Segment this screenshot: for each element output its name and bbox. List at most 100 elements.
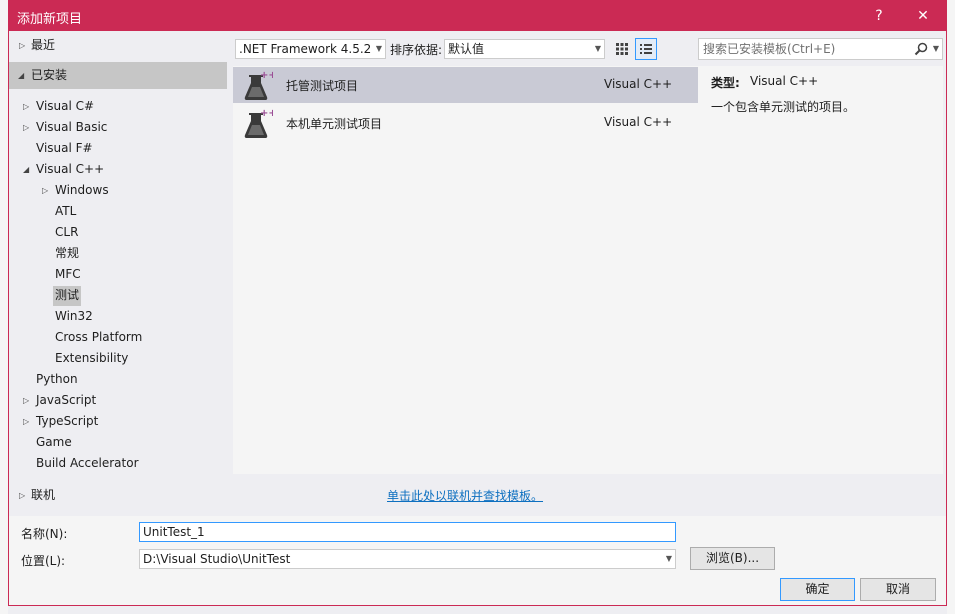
expand-arrow-icon[interactable]: ▷ [23, 411, 29, 432]
tree-node[interactable]: Win32 [9, 306, 227, 327]
name-value: UnitTest_1 [143, 525, 205, 539]
tree-node[interactable]: ▷ JavaScript [9, 390, 227, 411]
tree-label: Visual C++ [36, 162, 105, 176]
tree-node[interactable]: 测试 [9, 285, 227, 306]
sort-label: 排序依据: [390, 43, 443, 57]
tree-node[interactable]: Python [9, 369, 227, 390]
tree-label: Game [36, 435, 72, 449]
template-row[interactable]: ++ 本机单元测试项目 Visual C++ [233, 105, 698, 141]
form-area: 名称(N): UnitTest_1 位置(L): D:\Visual Studi… [9, 516, 946, 605]
online-templates-link[interactable]: 单击此处以联机并查找模板。 [387, 487, 543, 504]
sort-select[interactable]: 默认值 ▼ [444, 39, 605, 59]
tree-node[interactable]: 常规 [9, 243, 227, 264]
expand-arrow-icon: ▷ [19, 41, 26, 50]
framework-select[interactable]: .NET Framework 4.5.2 ▼ [235, 39, 386, 59]
type-value: Visual C++ [750, 74, 819, 88]
tree-node-installed[interactable]: ◢ 已安装 [9, 65, 227, 86]
tree-label: 已安装 [31, 68, 68, 82]
tree-label: CLR [55, 225, 79, 239]
dropdown-arrow-icon: ▼ [375, 44, 382, 53]
test-flask-icon: ++ [244, 108, 273, 138]
tree-label: 最近 [31, 38, 56, 52]
tree-node[interactable]: Visual F# [9, 138, 227, 159]
name-label: 名称(N): [21, 527, 68, 541]
cancel-button[interactable]: 取消 [860, 578, 936, 601]
tree-node[interactable]: ◢ Visual C++ [9, 159, 227, 180]
template-name: 托管测试项目 [286, 79, 359, 93]
tree-label: TypeScript [36, 414, 99, 428]
sort-value: 默认值 [448, 42, 485, 56]
grid-icon [616, 43, 628, 55]
dropdown-arrow-icon: ▼ [932, 44, 939, 53]
svg-text:++: ++ [260, 70, 273, 81]
expand-arrow-icon: ▷ [19, 491, 26, 500]
location-value: D:\Visual Studio\UnitTest [143, 552, 291, 566]
tree-node[interactable]: Game [9, 432, 227, 453]
tree-label: Build Accelerator [36, 456, 139, 470]
location-combo[interactable]: D:\Visual Studio\UnitTest ▼ [139, 549, 676, 569]
tree-node[interactable]: ▷ TypeScript [9, 411, 227, 432]
dropdown-arrow-icon: ▼ [594, 44, 601, 53]
search-icon [914, 42, 928, 56]
location-label: 位置(L): [21, 554, 66, 568]
add-new-item-dialog: 添加新项目 ? ✕ ▷ 最近 ◢ 已安装 ▷ Visual C# ▷ Visual B… [8, 0, 947, 606]
tree-node[interactable]: Build Accelerator [9, 453, 227, 474]
dialog-title: 添加新项目 [17, 12, 83, 27]
template-name: 本机单元测试项目 [286, 117, 383, 131]
close-button[interactable]: ✕ [911, 6, 935, 26]
help-button[interactable]: ? [867, 6, 891, 26]
tree-node[interactable]: ▷ Visual Basic [9, 117, 227, 138]
template-language: Visual C++ [604, 115, 673, 129]
template-list: ++ 托管测试项目 Visual C++ ++ 本机单元测试项目 Visual C++ [233, 66, 698, 474]
expand-arrow-icon[interactable]: ▷ [42, 180, 48, 201]
ok-button[interactable]: 确定 [780, 578, 855, 601]
tree-node[interactable]: MFC [9, 264, 227, 285]
tree-label: 常规 [55, 246, 80, 260]
tree-node[interactable]: CLR [9, 222, 227, 243]
browse-button[interactable]: 浏览(B)... [690, 547, 775, 570]
template-row[interactable]: ++ 托管测试项目 Visual C++ [233, 67, 698, 103]
tree-node-online[interactable]: ▷ 联机 [9, 485, 227, 506]
dropdown-arrow-icon: ▼ [665, 554, 672, 563]
expand-arrow-icon[interactable]: ▷ [23, 96, 29, 117]
tree-label: Extensibility [55, 351, 129, 365]
search-placeholder: 搜索已安装模板(Ctrl+E) [703, 42, 836, 56]
background-window-left [0, 0, 8, 614]
tree-node[interactable]: ▷ Windows [9, 180, 227, 201]
collapse-arrow-icon: ◢ [18, 71, 25, 80]
tree-label: Windows [55, 183, 109, 197]
list-icon [640, 44, 652, 54]
tree-node[interactable]: ▷ Visual C# [9, 96, 227, 117]
tree-label: Visual C# [36, 99, 95, 113]
name-input[interactable]: UnitTest_1 [139, 522, 676, 542]
small-icons-view-button[interactable] [611, 38, 633, 60]
template-description: 一个包含单元测试的项目。 [711, 100, 856, 114]
tree-node[interactable]: Cross Platform [9, 327, 227, 348]
tree-node[interactable]: ATL [9, 201, 227, 222]
tree-label: Visual F# [36, 141, 93, 155]
expand-arrow-icon[interactable]: ▷ [23, 117, 29, 138]
tree-node-recent[interactable]: ▷ 最近 [9, 35, 227, 56]
tree-label: MFC [55, 267, 81, 281]
tree-label: JavaScript [36, 393, 97, 407]
tree-label: Visual Basic [36, 120, 108, 134]
tree-label: Win32 [55, 309, 93, 323]
background-window-right [947, 0, 955, 614]
tree-label: Python [36, 372, 78, 386]
framework-value: .NET Framework 4.5.2 [239, 42, 372, 56]
type-label: 类型: [711, 76, 740, 90]
test-flask-icon: ++ [244, 70, 273, 100]
list-view-button[interactable] [635, 38, 657, 60]
tree-label: 测试 [55, 288, 80, 302]
tree-label: 联机 [31, 488, 56, 502]
tree-node[interactable]: Extensibility [9, 348, 227, 369]
template-language: Visual C++ [604, 77, 673, 91]
tree-label: ATL [55, 204, 77, 218]
expand-arrow-icon[interactable]: ▷ [23, 390, 29, 411]
title-bar: 添加新项目 ? ✕ [9, 1, 946, 31]
collapse-arrow-icon[interactable]: ◢ [23, 159, 29, 180]
template-search-input[interactable]: 搜索已安装模板(Ctrl+E) ▼ [698, 38, 943, 60]
svg-text:++: ++ [260, 108, 273, 119]
tree-label: Cross Platform [55, 330, 143, 344]
template-tree: ▷ 最近 ◢ 已安装 ▷ Visual C# ▷ Visual Basic Visual… [9, 31, 227, 484]
